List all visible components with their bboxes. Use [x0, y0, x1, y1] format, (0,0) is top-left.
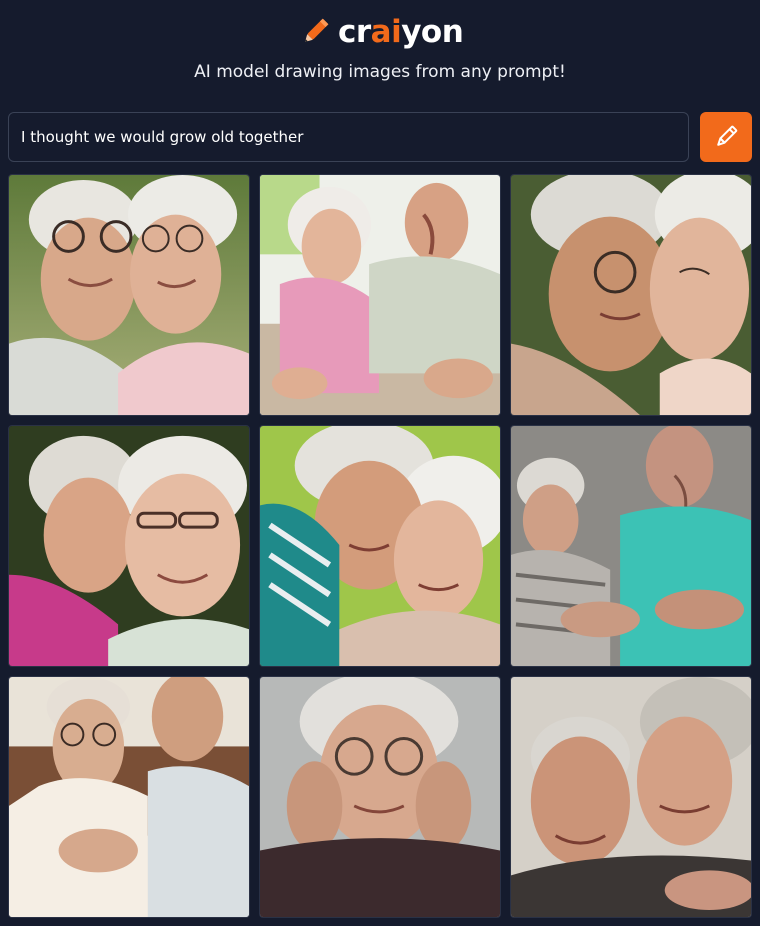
generated-image-7[interactable] — [8, 676, 250, 918]
tagline: AI model drawing images from any prompt! — [194, 62, 566, 82]
generated-image-2[interactable] — [259, 174, 501, 416]
header: craiyon AI model drawing images from any… — [0, 0, 760, 110]
results-grid — [8, 174, 752, 918]
generated-image-4[interactable] — [8, 425, 250, 667]
generated-image-1[interactable] — [8, 174, 250, 416]
brand-name-part: yon — [401, 14, 464, 50]
prompt-input[interactable] — [8, 112, 689, 162]
draw-button[interactable] — [700, 112, 752, 162]
generated-image-6[interactable] — [510, 425, 752, 667]
generated-image-5[interactable] — [259, 425, 501, 667]
generated-image-8[interactable] — [259, 676, 501, 918]
brand-name-part: cr — [338, 14, 371, 50]
pencil-icon — [717, 125, 738, 146]
craiyon-logo[interactable]: craiyon — [298, 12, 464, 52]
generated-image-9[interactable] — [510, 676, 752, 918]
brand-name-accent: ai — [370, 14, 402, 50]
pencil-icon — [305, 18, 329, 42]
generated-image-3[interactable] — [510, 174, 752, 416]
brand-name: craiyon — [338, 12, 464, 52]
